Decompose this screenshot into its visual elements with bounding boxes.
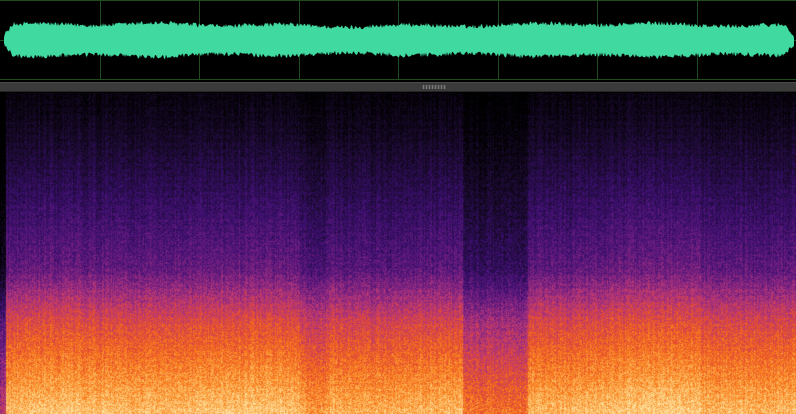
waveform-svg: [0, 0, 796, 80]
panel-splitter[interactable]: [0, 82, 796, 92]
spectrogram-view[interactable]: [0, 93, 796, 414]
spectrogram-canvas: [0, 93, 796, 414]
splitter-grip-icon[interactable]: [422, 85, 446, 89]
waveform-envelope: [4, 21, 794, 60]
waveform-view[interactable]: [0, 0, 796, 80]
audio-analyzer: [0, 0, 796, 414]
